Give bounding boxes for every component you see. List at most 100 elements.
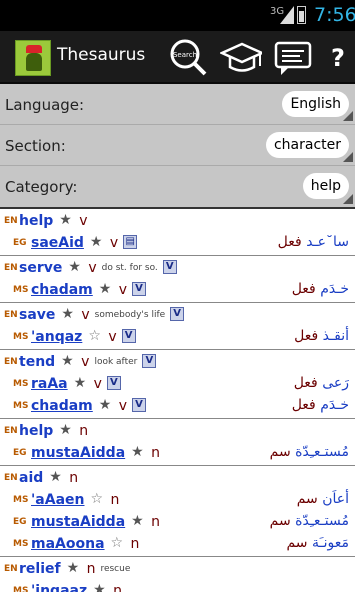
arabic-word: أعاَن <box>322 491 349 507</box>
translation-line[interactable]: EG mustaAidda ★ n مُستـعـِدّة سم <box>0 443 355 465</box>
verb-table-icon[interactable]: V <box>132 398 147 412</box>
star-outline-icon[interactable]: ☆ <box>111 535 124 551</box>
star-icon[interactable]: ★ <box>49 469 62 485</box>
part-of-speech: v <box>108 329 117 345</box>
verb-table-icon[interactable]: V <box>106 376 121 390</box>
arabic-category: سم <box>269 444 291 460</box>
language-code: MS <box>13 401 29 411</box>
arabic-category: فعل <box>277 234 302 250</box>
language-code: EN <box>4 310 18 320</box>
part-of-speech: v <box>79 213 88 229</box>
word-link[interactable]: chadam <box>31 398 93 414</box>
results-list[interactable]: EN help ★ v EG saeAid ★ v ▤ سا˘عـد فعل EN serve ★ v do… <box>0 209 355 592</box>
conjugation-chat-icon[interactable]: ▤ <box>123 235 138 249</box>
list-item[interactable]: EN help ★ n EG mustaAidda ★ n مُستـعـِدّة سم <box>0 419 355 466</box>
star-icon[interactable]: ★ <box>67 560 80 576</box>
list-item[interactable]: EN help ★ v EG saeAid ★ v ▤ سا˘عـد فعل <box>0 209 355 256</box>
headword-line[interactable]: EN relief ★ n rescue <box>0 559 355 581</box>
word-link[interactable]: 'aAaen <box>31 492 84 508</box>
word-link[interactable]: help <box>19 423 53 439</box>
list-item[interactable]: EN tend ★ v look after V MS raAa ★ v V رَعى فعل MS ch… <box>0 350 355 419</box>
star-icon[interactable]: ★ <box>99 397 112 413</box>
list-item[interactable]: EN serve ★ v do st. for so. V MS chadam ★ v V خـدَم… <box>0 256 355 303</box>
translation-line[interactable]: MS chadam ★ v V خـدَم فعل <box>0 396 355 418</box>
language-row: Language: English <box>0 84 355 125</box>
word-link[interactable]: mustaAidda <box>31 445 125 461</box>
arabic-translation: خـدَم فعل <box>292 281 349 297</box>
star-icon[interactable]: ★ <box>61 353 74 369</box>
language-spinner[interactable]: English <box>282 91 349 117</box>
word-link[interactable]: 'ingaaz <box>31 583 87 592</box>
dropdown-corner-icon <box>343 194 353 204</box>
headword-line[interactable]: EN help ★ v <box>0 211 355 233</box>
headword-line[interactable]: EN save ★ v somebody's life V <box>0 305 355 327</box>
star-icon[interactable]: ★ <box>59 422 72 438</box>
help-button[interactable]: ? <box>324 37 352 79</box>
dropdown-corner-icon <box>343 111 353 121</box>
headword-line[interactable]: EN tend ★ v look after V <box>0 352 355 374</box>
language-code: EN <box>4 263 18 273</box>
arabic-word: مَعونـَة <box>312 535 349 551</box>
section-spinner[interactable]: character <box>265 132 349 158</box>
chat-button[interactable] <box>272 37 314 79</box>
language-code: EN <box>4 216 18 226</box>
arabic-word: رَعى <box>322 375 349 391</box>
word-link[interactable]: save <box>19 307 55 323</box>
headword-line[interactable]: EN aid ★ n <box>0 468 355 490</box>
translation-line[interactable]: MS'anqaz ☆ v V أنقـذ فعل <box>0 327 355 349</box>
translation-line[interactable]: MS'aAaen ☆ n أعاَن سم <box>0 490 355 512</box>
word-link[interactable]: raAa <box>31 376 68 392</box>
language-code: MS <box>13 379 29 389</box>
star-icon[interactable]: ★ <box>93 582 106 592</box>
word-link[interactable]: mustaAidda <box>31 514 125 530</box>
list-item[interactable]: EN relief ★ n rescue MS'ingaaz ★ n <box>0 557 355 592</box>
usage-note: rescue <box>100 564 131 574</box>
part-of-speech: n <box>86 561 96 577</box>
star-icon[interactable]: ★ <box>59 212 72 228</box>
word-link[interactable]: help <box>19 213 53 229</box>
action-bar: Thesaurus Search ? <box>0 31 355 84</box>
word-link[interactable]: serve <box>19 260 62 276</box>
verb-table-icon[interactable]: V <box>142 354 157 368</box>
verb-table-icon[interactable]: V <box>162 260 177 274</box>
app-logo[interactable] <box>15 40 51 76</box>
word-link[interactable]: saeAid <box>31 235 84 251</box>
translation-line[interactable]: MS'ingaaz ★ n <box>0 581 355 592</box>
translation-line[interactable]: EG mustaAidda ★ n مُستـعـِدّة سم <box>0 512 355 534</box>
word-link[interactable]: aid <box>19 470 43 486</box>
word-link[interactable]: relief <box>19 561 61 577</box>
word-link[interactable]: chadam <box>31 282 93 298</box>
translation-line[interactable]: EG saeAid ★ v ▤ سا˘عـد فعل <box>0 233 355 255</box>
verb-table-icon[interactable]: V <box>121 329 136 343</box>
translation-line[interactable]: MS maAoona ☆ n مَعونـَة سم <box>0 534 355 556</box>
part-of-speech: n <box>69 470 79 486</box>
verb-table-icon[interactable]: V <box>132 282 147 296</box>
star-icon[interactable]: ★ <box>99 281 112 297</box>
education-button[interactable] <box>220 37 262 79</box>
star-icon[interactable]: ★ <box>61 306 74 322</box>
translation-line[interactable]: MS chadam ★ v V خـدَم فعل <box>0 280 355 302</box>
star-outline-icon[interactable]: ☆ <box>88 328 101 344</box>
list-item[interactable]: EN aid ★ n MS'aAaen ☆ n أعاَن سم EG mustaAidda ★ n م… <box>0 466 355 557</box>
star-icon[interactable]: ★ <box>131 513 144 529</box>
star-icon[interactable]: ★ <box>68 259 81 275</box>
translation-line[interactable]: MS raAa ★ v V رَعى فعل <box>0 374 355 396</box>
part-of-speech: n <box>110 492 120 508</box>
search-button[interactable]: Search <box>168 37 210 79</box>
headword-line[interactable]: EN serve ★ v do st. for so. V <box>0 258 355 280</box>
word-link[interactable]: tend <box>19 354 55 370</box>
arabic-category: سم <box>269 513 291 529</box>
star-icon[interactable]: ★ <box>74 375 87 391</box>
word-link[interactable]: maAoona <box>31 536 105 552</box>
star-outline-icon[interactable]: ☆ <box>90 491 103 507</box>
word-link[interactable]: 'anqaz <box>31 329 82 345</box>
star-icon[interactable]: ★ <box>131 444 144 460</box>
language-code: MS <box>13 539 29 549</box>
list-item[interactable]: EN save ★ v somebody's life V MS'anqaz ☆ v V أنقـذ… <box>0 303 355 350</box>
app-title: Thesaurus <box>57 45 146 65</box>
headword-line[interactable]: EN help ★ n <box>0 421 355 443</box>
star-icon[interactable]: ★ <box>90 234 103 250</box>
arabic-translation: خـدَم فعل <box>292 397 349 413</box>
verb-table-icon[interactable]: V <box>170 307 185 321</box>
part-of-speech: n <box>113 583 122 592</box>
